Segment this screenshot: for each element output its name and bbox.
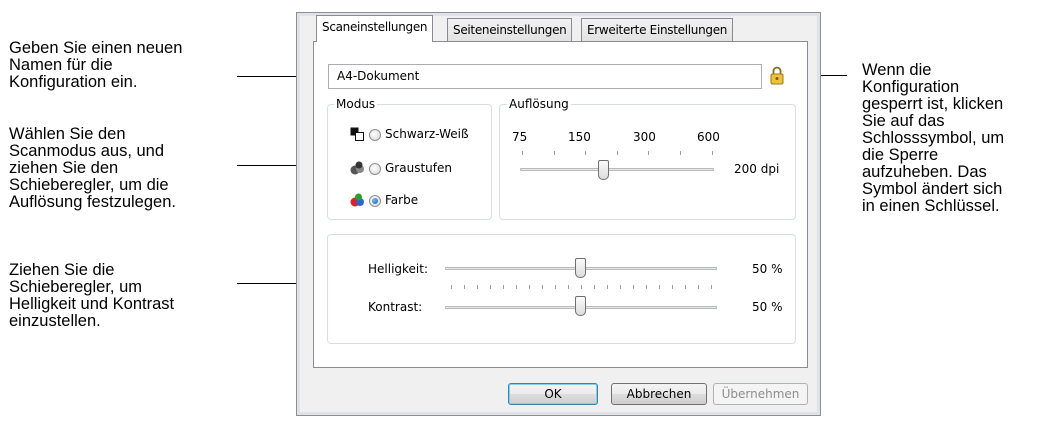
mode-group-label: Modus — [334, 97, 378, 111]
resolution-tick — [522, 151, 523, 155]
resolution-tick — [617, 151, 618, 155]
callout-name: Geben Sie einen neuen Namen für die Konf… — [9, 39, 183, 91]
tab-advanced-settings[interactable]: Erweiterte Einstellungen — [581, 18, 734, 41]
resolution-tick-label: 600 — [697, 130, 720, 144]
resolution-tick-label: 150 — [568, 130, 591, 144]
option-color-label: Farbe — [385, 193, 419, 207]
resolution-tick-label: 300 — [633, 130, 656, 144]
apply-button[interactable]: Übernehmen — [713, 383, 808, 405]
contrast-value: 50 % — [752, 300, 783, 314]
leader-line-sliders — [237, 283, 296, 284]
resolution-slider-thumb[interactable] — [598, 160, 609, 180]
resolution-tick-label: 75 — [512, 130, 528, 144]
lock-icon[interactable] — [770, 65, 784, 85]
resolution-tick — [648, 151, 649, 155]
radio-color[interactable] — [369, 195, 381, 207]
resolution-value: 200 dpi — [734, 162, 780, 176]
contrast-label: Kontrast: — [368, 300, 423, 314]
configuration-name-field[interactable]: A4-Dokument — [328, 64, 762, 89]
grayscale-icon — [350, 161, 364, 175]
contrast-slider-thumb[interactable] — [575, 296, 586, 316]
resolution-slider-track[interactable] — [520, 168, 714, 171]
brightness-contrast-group — [327, 234, 796, 344]
resolution-tick — [554, 151, 555, 155]
brightness-slider-thumb[interactable] — [575, 258, 586, 278]
color-icon — [350, 193, 364, 207]
callout-sliders: Ziehen Sie die Schieberegler, um Helligk… — [9, 261, 175, 330]
callout-mode: Wählen Sie den Scanmodus aus, und ziehen… — [9, 125, 176, 211]
resolution-group-label: Auflösung — [507, 97, 571, 111]
resolution-tick — [585, 151, 586, 155]
cancel-button[interactable]: Abbrechen — [611, 383, 707, 405]
brightness-value: 50 % — [752, 262, 783, 276]
brightness-label: Helligkeit: — [368, 262, 429, 276]
leader-line-name — [237, 76, 296, 77]
option-black-white-label: Schwarz-Weiß — [385, 127, 469, 141]
tab-page-settings[interactable]: Seiteneinstellungen — [447, 18, 573, 41]
resolution-tick — [712, 151, 713, 155]
ok-button[interactable]: OK — [508, 383, 598, 405]
resolution-tick — [680, 151, 681, 155]
radio-grayscale[interactable] — [369, 163, 381, 175]
slider-ticks — [451, 285, 713, 289]
radio-black-white[interactable] — [369, 129, 381, 141]
black-white-icon — [350, 127, 364, 141]
leader-line-mode — [237, 165, 296, 166]
callout-lock: Wenn die Konfiguration gesperrt ist, kli… — [862, 61, 1005, 215]
tab-scan-settings[interactable]: Scaneinstellungen — [316, 15, 434, 42]
option-grayscale-label: Graustufen — [385, 161, 452, 175]
